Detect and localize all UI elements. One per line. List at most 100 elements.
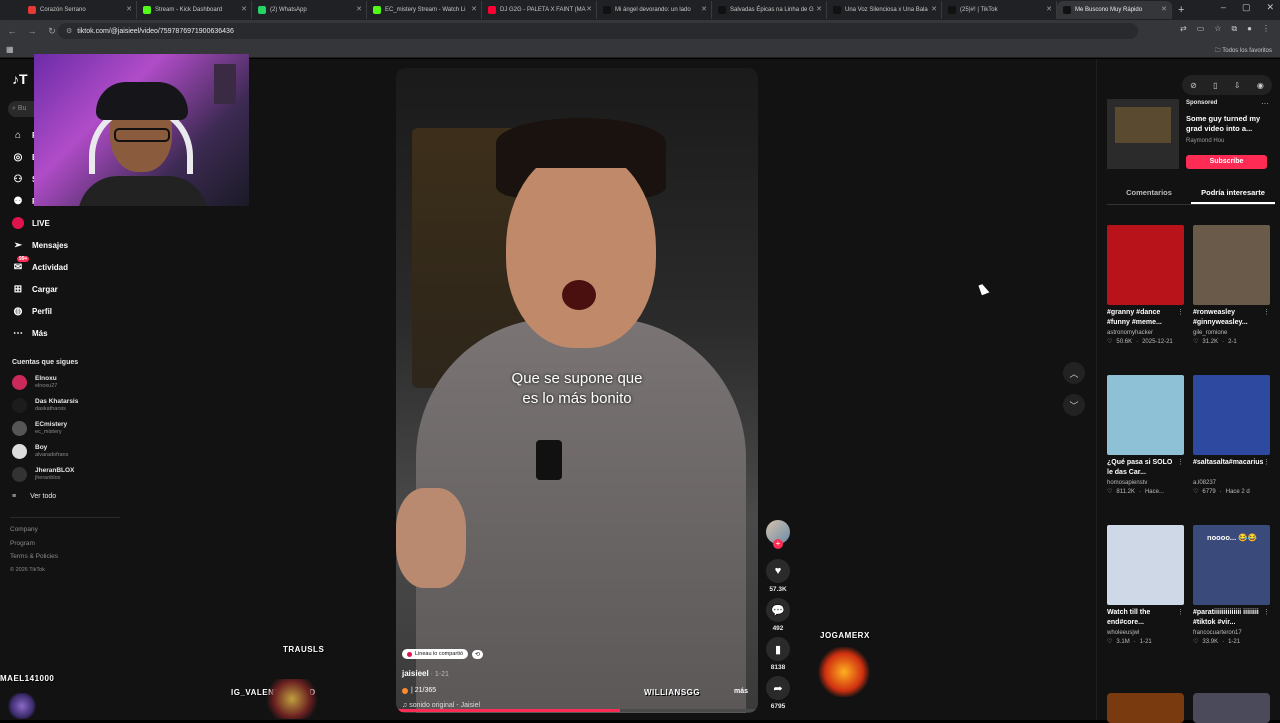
minimize-icon[interactable]: – (1221, 2, 1226, 13)
cast-icon[interactable]: ▭ (1197, 24, 1205, 34)
footer-link[interactable]: Company (10, 526, 38, 533)
close-tab-icon[interactable]: ✕ (586, 5, 592, 13)
sound-link[interactable]: ♫ sonido original - Jaisiel (402, 702, 480, 709)
card-title[interactable]: #saltasalta#macarius#dota2... (1193, 458, 1263, 479)
browser-tab[interactable]: Stream - Kick Dashboard ✕ (137, 1, 252, 19)
browser-tab[interactable]: Me Buscono Muy Rápido ✕ (1057, 1, 1172, 19)
repost-icon[interactable]: ⟲ (472, 649, 484, 659)
suggested-video-card[interactable]: ⋮ #ronweasley #ginnyweasley... gile_romion… (1193, 225, 1270, 347)
card-author[interactable]: a.l08237 (1193, 479, 1270, 487)
close-tab-icon[interactable]: ✕ (931, 5, 937, 13)
card-title[interactable]: Watch till the end#core... (1107, 608, 1177, 629)
profile-avatar-icon[interactable]: ● (1247, 24, 1252, 34)
card-thumbnail-partial-2[interactable] (1193, 693, 1270, 723)
video-player[interactable]: Que se supone que es lo más bonito Linea… (396, 68, 758, 713)
sidebar-item-perfil[interactable]: ◍ Perfil (12, 305, 122, 317)
browser-tab[interactable]: EC_mistery Stream - Watch Li ✕ (367, 1, 482, 19)
browser-tab[interactable]: Una Voz Silenciosa x Una Bala ✕ (827, 1, 942, 19)
subscribe-button[interactable]: Subscribe (1186, 155, 1267, 169)
card-author[interactable]: astronomyhacker (1107, 329, 1184, 337)
back-icon[interactable]: ← (4, 26, 20, 36)
all-bookmarks-folder[interactable]: 🗀 Todos los favoritos (1215, 46, 1272, 56)
tab-suggested[interactable]: Podría interesarte (1191, 183, 1275, 204)
browser-menu-icon[interactable]: ⋮ (1262, 24, 1270, 34)
video-thumbnail[interactable] (1107, 375, 1184, 455)
browser-tab[interactable]: Salvadas Épicas na Linha de G ✕ (712, 1, 827, 19)
following-account[interactable]: Das Khatarsis daskatharsis (12, 398, 78, 413)
forward-icon[interactable]: → (24, 26, 40, 36)
sidebar-item-live[interactable]: LIVE (12, 217, 122, 229)
suggested-video-card[interactable]: ⋮ #paratiiiiiiiiiiiiii iiiiiiii #tiktok #… (1193, 525, 1270, 647)
card-author[interactable]: francocuarteron17 (1193, 629, 1270, 637)
close-tab-icon[interactable]: ✕ (701, 5, 707, 13)
sidebar-item-mensajes[interactable]: ➢ Mensajes (12, 239, 122, 251)
card-options-icon[interactable]: ⋮ (1177, 608, 1184, 616)
card-options-icon[interactable]: ⋮ (1263, 308, 1270, 316)
phone-icon[interactable]: ▯ (1213, 81, 1217, 90)
user-avatar-icon[interactable]: ◉ (1257, 81, 1264, 90)
following-account[interactable]: ECmistery ec_mistery (12, 421, 67, 436)
save-button[interactable]: ▮ (766, 637, 790, 661)
see-all-link[interactable]: ≡ Ver todo (12, 493, 56, 500)
suggested-video-card[interactable]: ⋮ #granny #dance #funny #meme... astronomy… (1107, 225, 1184, 347)
following-account[interactable]: JheranBLOX jheranblox (12, 467, 74, 482)
close-tab-icon[interactable]: ✕ (816, 5, 822, 13)
tiktok-logo[interactable]: ♪T (12, 71, 28, 87)
suggested-video-card[interactable]: ⋮ ¿Qué pasa si SOLO le das Car... homosapi… (1107, 375, 1184, 497)
extensions-icon[interactable]: ⧉ (1231, 24, 1237, 34)
card-title[interactable]: #ronweasley #ginnyweasley... (1193, 308, 1263, 329)
share-button[interactable]: ➦ (766, 676, 790, 700)
progress-bar[interactable] (396, 709, 758, 712)
close-tab-icon[interactable]: ✕ (1161, 5, 1167, 13)
close-window-icon[interactable]: ✕ (1266, 2, 1274, 13)
suggested-video-card[interactable]: ⋮ Watch till the end#core... wholeeusjwl ♡ 3… (1107, 525, 1184, 647)
browser-tab[interactable]: (2) WhatsApp ✕ (252, 1, 367, 19)
card-options-icon[interactable]: ⋮ (1177, 458, 1184, 466)
card-thumbnail-partial-1[interactable] (1107, 693, 1184, 723)
url-field[interactable]: ⚙ tiktok.com/@jaisieel/video/75978769719… (58, 23, 1138, 39)
video-thumbnail[interactable] (1193, 375, 1270, 455)
comment-button[interactable]: 💬 (766, 598, 790, 622)
apps-grid-icon[interactable]: ▦ (6, 45, 14, 54)
card-author[interactable]: gile_romione (1193, 329, 1270, 337)
browser-tab[interactable]: Mi ángel devorando: un lado ✕ (597, 1, 712, 19)
close-tab-icon[interactable]: ✕ (241, 5, 247, 13)
footer-link[interactable]: Program (10, 540, 35, 547)
card-title[interactable]: ¿Qué pasa si SOLO le das Car... (1107, 458, 1177, 479)
next-video-button[interactable]: ﹀ (1063, 394, 1085, 416)
video-thumbnail[interactable] (1107, 225, 1184, 305)
following-account[interactable]: Elnoxu elnoxu27 (12, 375, 57, 390)
card-title[interactable]: #paratiiiiiiiiiiiiii iiiiiiii #tiktok #v… (1193, 608, 1263, 629)
maximize-icon[interactable]: ▢ (1242, 2, 1251, 13)
download-icon[interactable]: ⇩ (1234, 81, 1241, 90)
close-tab-icon[interactable]: ✕ (126, 5, 132, 13)
ad-options-icon[interactable]: ⋯ (1261, 99, 1269, 108)
bookmark-star-icon[interactable]: ☆ (1214, 24, 1221, 34)
card-options-icon[interactable]: ⋮ (1263, 608, 1270, 616)
following-account[interactable]: Boy alvaradofrans (12, 444, 68, 459)
ad-thumbnail[interactable] (1107, 99, 1179, 169)
site-info-icon[interactable]: ⚙ (66, 27, 72, 35)
translate-icon[interactable]: ⇄ (1180, 24, 1187, 34)
sidebar-item-cargar[interactable]: ⊞ Cargar (12, 283, 122, 295)
browser-tab[interactable]: Corazón Serrano ✕ (22, 1, 137, 19)
ad-title[interactable]: Some guy turned my grad video into a... (1186, 114, 1270, 134)
suggested-video-card[interactable]: ⋮#saltasalta#macarius#dota2...a.l08237♡6… (1193, 375, 1270, 497)
card-author[interactable]: wholeeusjwl (1107, 629, 1184, 637)
follow-plus-icon[interactable]: + (773, 539, 783, 549)
card-options-icon[interactable]: ⋮ (1177, 308, 1184, 316)
footer-link[interactable]: Terms & Policies (10, 553, 58, 560)
card-options-icon[interactable]: ⋮ (1263, 458, 1270, 466)
new-tab-icon[interactable]: + (1178, 4, 1184, 16)
compass-tool-icon[interactable]: ⊘ (1190, 81, 1197, 90)
like-button[interactable]: ♥ (766, 559, 790, 583)
more-button[interactable]: más (734, 688, 748, 695)
sidebar-item-ms[interactable]: ⋯ Más (12, 327, 122, 339)
tab-comments[interactable]: Comentarios (1107, 183, 1191, 204)
close-tab-icon[interactable]: ✕ (471, 5, 477, 13)
video-thumbnail[interactable] (1107, 525, 1184, 605)
sidebar-item-actividad[interactable]: ✉ 99+ Actividad (12, 256, 122, 273)
close-tab-icon[interactable]: ✕ (1046, 5, 1052, 13)
previous-video-button[interactable]: ︿ (1063, 362, 1085, 384)
browser-tab[interactable]: (25)#! | TikTok ✕ (942, 1, 1057, 19)
